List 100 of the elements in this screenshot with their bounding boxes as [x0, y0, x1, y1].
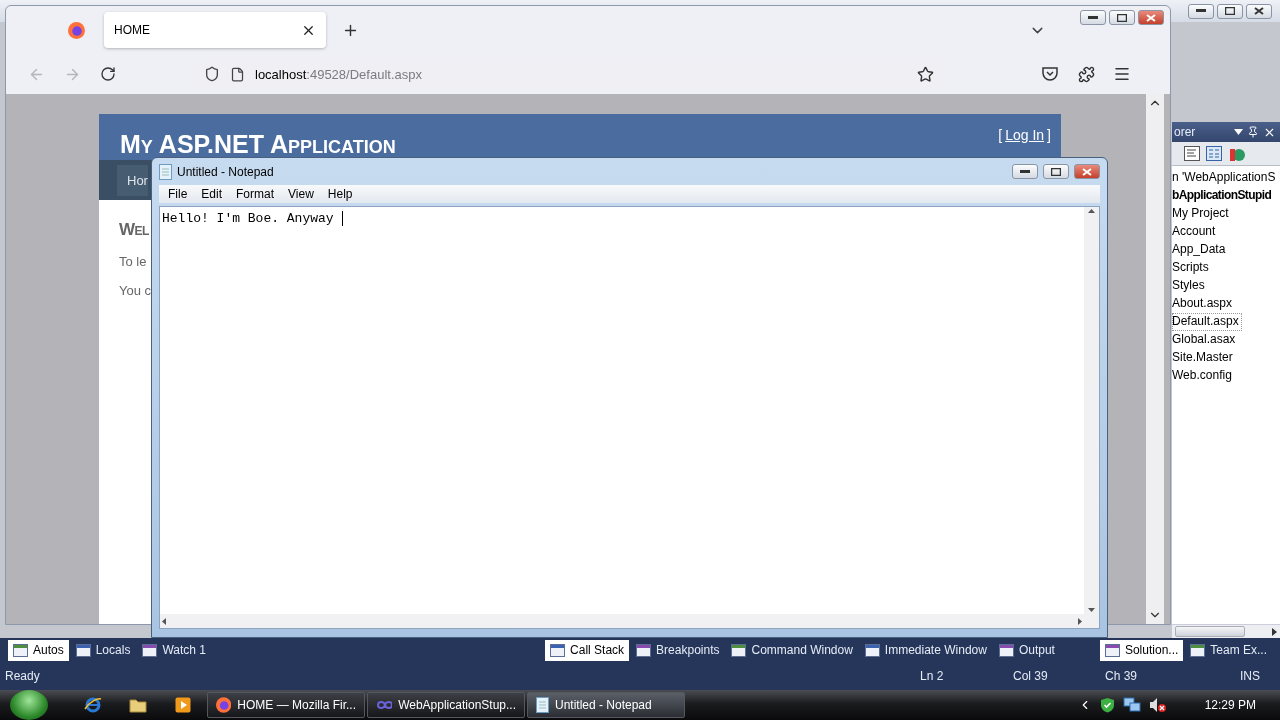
panel-title: orer	[1174, 125, 1197, 139]
text-editor[interactable]: Hello! I'm Boe. Anyway	[159, 206, 1100, 629]
maximize-button[interactable]	[1109, 10, 1135, 25]
taskbar-button[interactable]: WebApplicationStup...	[367, 692, 525, 718]
paragraph: You c	[119, 283, 153, 298]
solution-item[interactable]: About.aspx	[1172, 295, 1280, 313]
solution-item[interactable]: Web.config	[1172, 367, 1280, 385]
site-title: My ASP.NET Application	[120, 129, 396, 160]
menu-item[interactable]: Help	[320, 187, 360, 201]
tool-window-tab[interactable]: Autos	[8, 639, 69, 661]
muted-volume-icon[interactable]	[1148, 697, 1167, 713]
reload-icon[interactable]	[100, 66, 116, 82]
close-icon	[1082, 167, 1092, 176]
folder-icon[interactable]	[128, 697, 147, 713]
panel-icon	[636, 643, 652, 657]
network-icon[interactable]	[1122, 697, 1141, 713]
panel-icon	[550, 643, 566, 657]
menu-item[interactable]: File	[161, 187, 195, 201]
scroll-up-icon[interactable]	[1088, 209, 1095, 213]
scroll-left-icon[interactable]	[162, 617, 166, 625]
notepad-icon	[536, 697, 549, 713]
bookmark-star-icon[interactable]	[917, 65, 934, 83]
tool-window-tab[interactable]: Locals	[70, 639, 136, 661]
menu-item[interactable]: Hor	[117, 164, 148, 196]
solution-item[interactable]: Scripts	[1172, 259, 1280, 277]
solution-item[interactable]: My Project	[1172, 205, 1280, 223]
minimize-button[interactable]	[1080, 10, 1106, 25]
page-heading: Wel	[119, 220, 149, 240]
solution-item[interactable]: Site.Master	[1172, 349, 1280, 367]
maximize-button[interactable]	[1043, 164, 1069, 179]
solution-item[interactable]: Global.asax	[1172, 331, 1280, 349]
tool-window-tab[interactable]: Immediate Window	[859, 639, 992, 661]
taskbar-button[interactable]: HOME — Mozilla Fir...	[207, 692, 365, 718]
browser-logo-icon	[216, 697, 232, 713]
shield-icon[interactable]	[204, 66, 220, 82]
scroll-down-icon[interactable]	[1088, 608, 1095, 612]
solution-item[interactable]: n 'WebApplicationS	[1172, 169, 1280, 187]
scroll-right-icon[interactable]	[1272, 627, 1277, 636]
vertical-scrollbar[interactable]	[1084, 207, 1099, 614]
tool-window-tab[interactable]: Output	[993, 639, 1060, 661]
view-icon[interactable]	[1206, 146, 1222, 161]
taskbar-button[interactable]: Untitled - Notepad	[527, 692, 685, 718]
solution-item[interactable]: Styles	[1172, 277, 1280, 295]
extensions-icon[interactable]	[1077, 65, 1095, 83]
solution-item[interactable]: Account	[1172, 223, 1280, 241]
minimize-icon	[1088, 15, 1098, 20]
shield-icon[interactable]	[1099, 697, 1115, 713]
horizontal-scrollbar[interactable]	[160, 614, 1084, 628]
tool-window-tab[interactable]: Breakpoints	[631, 639, 725, 661]
notepad-icon	[159, 163, 172, 180]
minimize-button[interactable]	[1012, 164, 1038, 179]
paragraph: To le	[119, 254, 148, 269]
close-icon	[1146, 13, 1156, 22]
maximize-icon	[1225, 7, 1235, 15]
close-icon	[1254, 7, 1264, 15]
minimize-icon	[1020, 169, 1030, 174]
scroll-right-icon[interactable]	[1078, 617, 1082, 625]
pocket-icon[interactable]	[1042, 67, 1058, 81]
menu-item[interactable]: Edit	[194, 187, 230, 201]
pin-icon[interactable]	[1247, 126, 1259, 138]
properties-icon[interactable]	[1184, 146, 1200, 161]
tool-window-tab[interactable]: Watch 1	[137, 639, 211, 661]
browser-logo-icon	[68, 21, 85, 39]
editor-text: Hello! I'm Boe. Anyway	[162, 211, 334, 226]
tool-window-tab[interactable]: Solution...	[1099, 639, 1184, 661]
dropdown-icon[interactable]	[1234, 129, 1243, 135]
panel-icon	[1104, 643, 1120, 657]
panel-icon	[142, 643, 158, 657]
line-number: Ln 2	[920, 669, 945, 683]
solution-item[interactable]: App_Data	[1172, 241, 1280, 259]
restore-button[interactable]	[1217, 3, 1243, 19]
start-button[interactable]	[10, 690, 48, 720]
insert-mode: INS	[1240, 669, 1261, 683]
scrollbar[interactable]	[1146, 94, 1164, 624]
tool-window-tab[interactable]: Call Stack	[545, 639, 630, 661]
browser-e-icon[interactable]	[83, 696, 102, 714]
page-icon	[230, 66, 245, 82]
scrollbar-thumb[interactable]	[1175, 626, 1245, 637]
menu-item[interactable]: Format	[229, 187, 282, 201]
panel-icon	[75, 643, 91, 657]
status-message: Ready	[5, 669, 41, 683]
panel-icon	[998, 643, 1014, 657]
panel-icon	[1190, 643, 1206, 657]
minimize-icon	[1196, 9, 1206, 13]
panel-icon	[864, 643, 880, 657]
browser-tab[interactable]: HOME	[104, 12, 326, 48]
solution-item[interactable]: Default.aspx	[1172, 313, 1242, 331]
text-cursor	[341, 211, 343, 226]
tool-window-tab[interactable]: Team Ex...	[1185, 639, 1272, 661]
clock[interactable]: 12:29 PM	[1204, 698, 1256, 712]
log-in-link[interactable]: Log In	[1005, 127, 1045, 143]
minimize-button[interactable]	[1188, 3, 1214, 19]
bracket: ]	[1047, 127, 1051, 143]
menu-item[interactable]: View	[281, 187, 321, 201]
close-button[interactable]	[1246, 3, 1272, 19]
tool-window-tab[interactable]: Command Window	[726, 639, 858, 661]
infinity-icon	[376, 700, 393, 710]
media-player-icon[interactable]	[174, 697, 191, 713]
menu-icon[interactable]	[1113, 65, 1131, 83]
solution-item[interactable]: bApplicationStupid	[1172, 187, 1280, 205]
